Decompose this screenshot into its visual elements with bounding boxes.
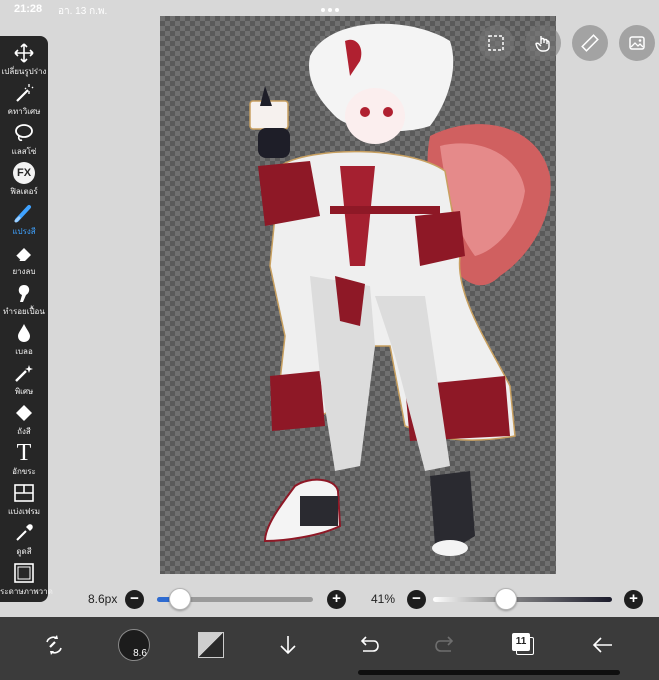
- tool-label: แปรงสี: [12, 227, 36, 236]
- undo-button[interactable]: [350, 627, 386, 663]
- blur-drop-icon: [18, 324, 30, 342]
- swap-tool-icon: [46, 635, 62, 655]
- multitasking-dots[interactable]: [321, 8, 339, 12]
- size-decrease-button[interactable]: −: [125, 590, 144, 609]
- tool-magic-wand[interactable]: คทาวิเศษ: [0, 80, 48, 120]
- color-swatch-icon: [198, 632, 224, 658]
- status-date: อา. 13 ก.พ.: [58, 6, 108, 17]
- material-button[interactable]: [619, 25, 655, 61]
- tool-transform[interactable]: เปลี่ยนรูปร่าง: [0, 40, 48, 80]
- arrow-down-icon: [280, 636, 296, 655]
- ruler-icon: [581, 34, 599, 52]
- layers-button[interactable]: 11: [506, 627, 542, 663]
- tool-eyedropper[interactable]: ดูดสี: [0, 520, 48, 560]
- tool-label: อักขระ: [12, 467, 36, 476]
- tool-label: เปลี่ยนรูปร่าง: [1, 67, 47, 76]
- touch-button[interactable]: [525, 25, 561, 61]
- magic-wand-icon: [16, 84, 34, 102]
- size-increase-button[interactable]: +: [327, 590, 346, 609]
- drawing-canvas[interactable]: [160, 16, 556, 574]
- tool-label: คทาวิเศษ: [7, 107, 41, 116]
- special-brush-icon: [15, 365, 33, 382]
- status-time: 21:28: [14, 3, 43, 15]
- tool-eraser[interactable]: ยางลบ: [0, 240, 48, 280]
- tool-frame-divider[interactable]: แบ่งเฟรม: [0, 480, 48, 520]
- fx-icon: FX: [13, 162, 35, 184]
- tool-label: ถังสี: [17, 427, 31, 436]
- layers-icon: 11: [512, 633, 536, 657]
- tool-bucket[interactable]: ถังสี: [0, 400, 48, 440]
- tool-palette: เปลี่ยนรูปร่าง คทาวิเศษ แลสโซ่ FX ฟิลเตอ…: [0, 36, 53, 602]
- tool-label: ฟิลเตอร์: [10, 187, 38, 196]
- redo-button[interactable]: [428, 627, 464, 663]
- home-indicator: [358, 670, 620, 675]
- tool-blur[interactable]: เบลอ: [0, 320, 48, 360]
- ruler-button[interactable]: [572, 25, 608, 61]
- back-button[interactable]: [585, 627, 621, 663]
- select-frame-button[interactable]: [478, 25, 514, 61]
- tool-text[interactable]: T อักขระ: [0, 440, 48, 480]
- tool-label: ทำรอยเปื้อน: [3, 307, 45, 316]
- brush-icon: [14, 205, 31, 223]
- tool-lasso[interactable]: แลสโซ่: [0, 120, 48, 160]
- opacity-value: 41%: [371, 592, 396, 606]
- character-artwork: [249, 23, 551, 556]
- layer-count: 11: [512, 633, 530, 651]
- quick-menu-button[interactable]: [36, 627, 72, 663]
- eyedropper-icon: [16, 524, 33, 541]
- redo-icon: [435, 636, 454, 652]
- tool-label: ยางลบ: [12, 267, 36, 276]
- brush-size-thumb[interactable]: [169, 588, 192, 610]
- tool-label: แบ่งเฟรม: [7, 507, 41, 516]
- tool-label: ดูดสี: [16, 547, 32, 556]
- image-icon: [629, 36, 645, 50]
- dashed-frame-icon: [488, 35, 504, 51]
- tool-filter[interactable]: FX ฟิลเตอร์: [0, 160, 48, 200]
- tool-label: แลสโซ่: [11, 147, 37, 156]
- opacity-slider[interactable]: [433, 597, 612, 602]
- tool-brush[interactable]: แปรงสี: [0, 200, 48, 240]
- tool-canvas[interactable]: กระดาษภาพวาด: [0, 560, 53, 600]
- tool-special[interactable]: พิเศษ: [0, 360, 48, 400]
- brush-size-badge: 8.6: [133, 648, 147, 659]
- eraser-icon: [15, 248, 31, 261]
- hand-pointer-icon: [535, 36, 550, 52]
- tool-label: พิเศษ: [14, 387, 34, 396]
- frame-divider-icon: [14, 484, 34, 502]
- canvas-paper-icon: [14, 563, 34, 583]
- color-button[interactable]: [193, 627, 229, 663]
- tool-smudge[interactable]: ทำรอยเปื้อน: [0, 280, 48, 320]
- text-icon: T: [16, 440, 32, 466]
- lasso-icon: [15, 124, 33, 142]
- arrow-left-icon: [592, 637, 612, 653]
- move-arrows-icon: [14, 43, 34, 63]
- brush-size-value: 8.6px: [88, 592, 118, 606]
- brush-size-button[interactable]: 8.6: [116, 627, 152, 663]
- undo-icon: [360, 636, 379, 652]
- brush-size-preview: 8.6: [118, 629, 150, 661]
- opacity-increase-button[interactable]: +: [624, 590, 643, 609]
- tool-label: เบลอ: [15, 347, 33, 356]
- opacity-decrease-button[interactable]: −: [407, 590, 426, 609]
- bucket-icon: [16, 405, 32, 421]
- move-down-button[interactable]: [270, 627, 306, 663]
- smudge-icon: [18, 285, 30, 302]
- opacity-thumb[interactable]: [495, 588, 518, 610]
- tool-label: กระดาษภาพวาด: [0, 587, 53, 596]
